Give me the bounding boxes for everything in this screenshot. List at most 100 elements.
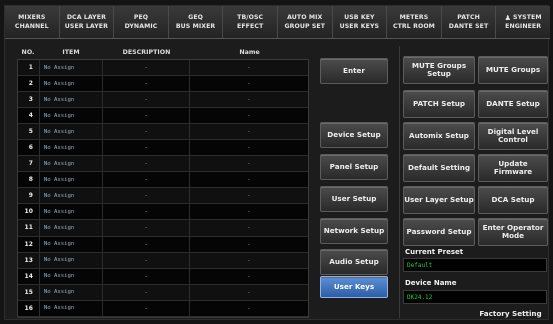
- table-row[interactable]: 13 No Assign - -: [18, 252, 308, 269]
- table-row[interactable]: 4 No Assign - -: [18, 108, 308, 125]
- user-setup-button[interactable]: User Setup: [320, 186, 388, 212]
- table-row[interactable]: 10 No Assign - -: [18, 204, 308, 221]
- tab-label-bottom: DYNAMIC: [124, 23, 158, 30]
- dca-setup-button[interactable]: DCA Setup: [478, 186, 548, 214]
- row-description: -: [103, 156, 190, 172]
- tab-label-bottom: DANTE SET: [448, 23, 489, 30]
- row-name: -: [247, 224, 251, 232]
- row-number: 5: [18, 124, 40, 140]
- tab-peq-dynamic[interactable]: PEQ DYNAMIC: [114, 6, 169, 38]
- table-row[interactable]: 11 No Assign - -: [18, 220, 308, 237]
- factory-setting-button[interactable]: Factory Setting: [473, 308, 548, 319]
- panel-setup-button[interactable]: Panel Setup: [320, 154, 388, 180]
- table-row[interactable]: 6 No Assign - -: [18, 140, 308, 157]
- header-item: ITEM: [62, 48, 80, 56]
- automix-setup-button[interactable]: Automix Setup: [403, 122, 475, 150]
- enter-operator-mode-button[interactable]: Enter Operator Mode: [478, 218, 548, 246]
- table-row[interactable]: 3 No Assign - -: [18, 92, 308, 109]
- tab-tb-osc-effect[interactable]: TB/OSC EFFECT: [223, 6, 278, 38]
- tab-auto-mix-group-set[interactable]: AUTO MIX GROUP SET: [278, 6, 333, 38]
- row-item: No Assign: [40, 204, 104, 220]
- dante-setup-button[interactable]: DANTE Setup: [478, 90, 548, 118]
- table-row[interactable]: 5 No Assign - -: [18, 124, 308, 141]
- row-description: -: [103, 300, 190, 316]
- row-name: -: [247, 304, 251, 312]
- row-name: -: [247, 256, 251, 264]
- row-number: 10: [18, 204, 40, 220]
- row-item: No Assign: [40, 284, 104, 300]
- tab-geq-bus-mixer[interactable]: GEQ BUS MIXER: [169, 6, 224, 38]
- digital-level-control-button[interactable]: Digital Level Control: [478, 122, 548, 150]
- enter-button[interactable]: Enter: [320, 58, 388, 84]
- row-description: -: [103, 188, 190, 204]
- row-item: No Assign: [40, 140, 104, 156]
- tab-label-bottom: CHANNEL: [14, 23, 49, 30]
- user-keys-button[interactable]: User Keys: [320, 276, 388, 298]
- password-setup-button[interactable]: Password Setup: [403, 218, 475, 246]
- row-name: -: [247, 208, 251, 216]
- row-item: No Assign: [40, 268, 104, 284]
- header-description: DESCRIPTION: [122, 48, 171, 56]
- audio-setup-button[interactable]: Audio Setup: [320, 249, 388, 275]
- system-setup-panel: [399, 46, 550, 318]
- tab-patch-dante-set[interactable]: PATCH DANTE SET: [442, 6, 497, 38]
- tab-label-bottom: EFFECT: [237, 23, 264, 30]
- tab-label-bottom: GROUP SET: [284, 23, 326, 30]
- row-item: No Assign: [40, 188, 104, 204]
- current-preset-field: Default: [403, 258, 547, 272]
- mute-groups-button[interactable]: MUTE Groups: [478, 56, 548, 84]
- row-description: -: [103, 252, 190, 268]
- row-item: No Assign: [40, 236, 104, 252]
- row-number: 13: [18, 252, 40, 268]
- console-screen: MIXERS CHANNEL DCA LAYER USER LAYER PEQ …: [4, 5, 550, 320]
- row-item: No Assign: [40, 300, 104, 316]
- table-row[interactable]: 15 No Assign - -: [18, 284, 308, 301]
- row-item: No Assign: [40, 108, 104, 124]
- row-name: -: [247, 176, 251, 184]
- table-header: NO. ITEM DESCRIPTION Name: [17, 46, 309, 58]
- row-name: -: [247, 272, 251, 280]
- row-number: 8: [18, 172, 40, 188]
- device-setup-button[interactable]: Device Setup: [320, 122, 388, 148]
- tab-label-top: AUTO MIX: [287, 14, 323, 21]
- row-number: 1: [18, 60, 40, 76]
- table-row[interactable]: 12 No Assign - -: [18, 236, 308, 253]
- table-row[interactable]: 7 No Assign - -: [18, 156, 308, 173]
- network-setup-button[interactable]: Network Setup: [320, 218, 388, 244]
- table-row[interactable]: 9 No Assign - -: [18, 188, 308, 205]
- tab-label-top: TB/OSC: [237, 14, 264, 21]
- tab-label-top: PATCH: [457, 14, 480, 21]
- row-number: 14: [18, 268, 40, 284]
- device-name-field[interactable]: DK24.12: [403, 290, 547, 304]
- update-firmware-button[interactable]: Update Firmware: [478, 154, 548, 182]
- row-number: 16: [18, 300, 40, 316]
- row-item: No Assign: [40, 156, 104, 172]
- row-description: -: [103, 220, 190, 236]
- row-number: 4: [18, 108, 40, 124]
- tab-dca-user-layer[interactable]: DCA LAYER USER LAYER: [60, 6, 115, 38]
- patch-setup-button[interactable]: PATCH Setup: [403, 90, 475, 118]
- tab-mixers-channel[interactable]: MIXERS CHANNEL: [5, 6, 60, 38]
- row-number: 3: [18, 92, 40, 108]
- row-number: 6: [18, 140, 40, 156]
- table-row[interactable]: 1 No Assign - -: [18, 60, 308, 77]
- row-name: -: [247, 160, 251, 168]
- row-item: No Assign: [40, 252, 104, 268]
- tab-label-bottom: USER LAYER: [64, 23, 109, 30]
- table-row[interactable]: 2 No Assign - -: [18, 76, 308, 93]
- tab-usb-key-user-keys[interactable]: USB KEY USER KEYS: [333, 6, 388, 38]
- row-description: -: [103, 76, 190, 92]
- default-setting-button[interactable]: Default Setting: [403, 154, 475, 182]
- row-description: -: [103, 140, 190, 156]
- table-row[interactable]: 16 No Assign - -: [18, 300, 308, 317]
- mute-groups-setup-button[interactable]: MUTE Groups Setup: [403, 56, 475, 84]
- row-item: No Assign: [40, 76, 104, 92]
- user-layer-setup-button[interactable]: User Layer Setup: [403, 186, 475, 214]
- table-row[interactable]: 8 No Assign - -: [18, 172, 308, 189]
- row-description: -: [103, 92, 190, 108]
- tab-meters-ctrl-room[interactable]: METERS CTRL ROOM: [387, 6, 442, 38]
- row-name: -: [247, 112, 251, 120]
- tab-label-top: MIXERS: [18, 14, 46, 21]
- tab-system-engineer[interactable]: ♟ SYSTEM ENGINEER: [496, 6, 550, 38]
- table-row[interactable]: 14 No Assign - -: [18, 268, 308, 285]
